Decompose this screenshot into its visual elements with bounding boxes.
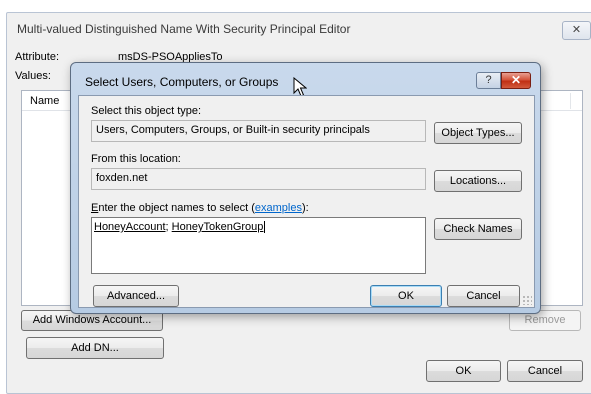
help-button[interactable]: ?: [476, 72, 501, 89]
location-label: From this location:: [91, 153, 181, 165]
resolved-name: HoneyAccount: [94, 221, 166, 233]
object-type-field: Users, Computers, Groups, or Built-in se…: [91, 120, 426, 142]
editor-ok-button[interactable]: OK: [426, 360, 501, 382]
editor-close-button[interactable]: ✕: [562, 21, 591, 40]
examples-link[interactable]: examples: [255, 202, 302, 214]
object-type-label: Select this object type:: [91, 105, 202, 117]
resize-grip-icon[interactable]: [522, 295, 532, 305]
object-types-button[interactable]: Object Types...: [434, 122, 522, 144]
dialog-title: Select Users, Computers, or Groups: [85, 75, 279, 89]
advanced-button[interactable]: Advanced...: [93, 285, 179, 307]
select-users-dialog: Select Users, Computers, or Groups ? ✕ S…: [70, 62, 541, 314]
values-label: Values:: [15, 70, 51, 82]
locations-button[interactable]: Locations...: [434, 170, 522, 192]
names-label-text: nter the object names to select (: [98, 202, 255, 214]
check-names-button[interactable]: Check Names: [434, 218, 522, 240]
resolved-name: HoneyTokenGroup: [171, 221, 264, 233]
add-dn-button[interactable]: Add DN...: [26, 337, 164, 359]
column-divider: [570, 93, 571, 109]
attribute-label: Attribute:: [15, 51, 60, 63]
names-label: Enter the object names to select (exampl…: [91, 202, 309, 214]
mouse-cursor-icon: [293, 77, 307, 97]
editor-cancel-button[interactable]: Cancel: [507, 360, 583, 382]
location-field: foxden.net: [91, 168, 426, 190]
object-names-input[interactable]: HoneyAccount; HoneyTokenGroup: [91, 217, 426, 274]
dialog-cancel-button[interactable]: Cancel: [447, 285, 520, 307]
dialog-ok-button[interactable]: OK: [370, 285, 442, 307]
name-column-header[interactable]: Name: [30, 95, 59, 107]
editor-window-title: Multi-valued Distinguished Name With Sec…: [17, 22, 351, 36]
names-label-end: ):: [301, 202, 309, 214]
text-caret: [264, 221, 266, 233]
dialog-close-button[interactable]: ✕: [501, 72, 531, 89]
dialog-content: Select this object type: Users, Computer…: [78, 95, 535, 308]
